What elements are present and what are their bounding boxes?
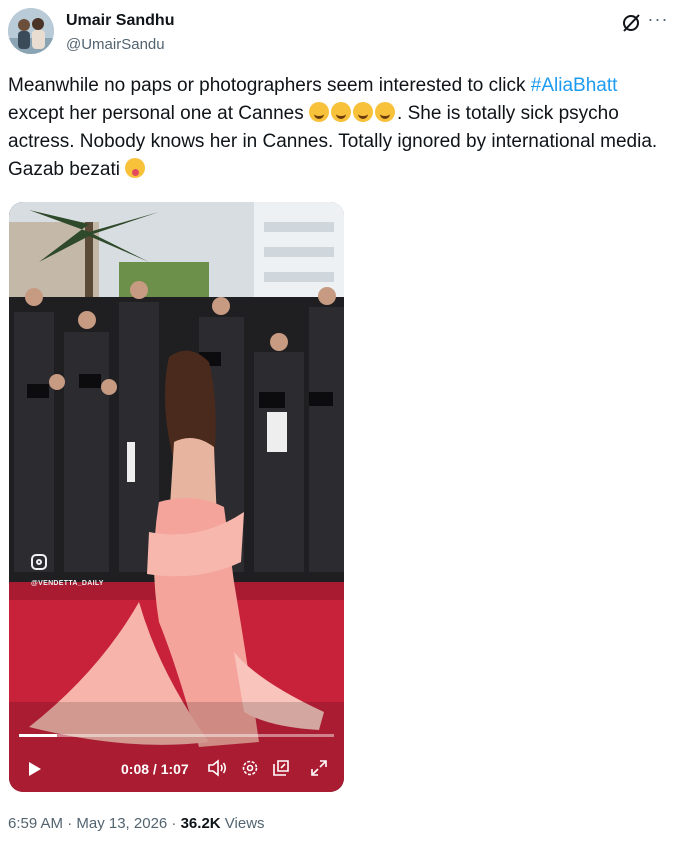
rofl-emoji-icon xyxy=(331,102,352,122)
views-label: Views xyxy=(220,815,265,832)
video-progress-bar[interactable] xyxy=(19,734,334,737)
tweet-text-part1: Meanwhile no paps or photographers seem … xyxy=(8,75,531,96)
play-icon[interactable] xyxy=(29,762,41,776)
video-watermark: @VENDETTA_DAILY xyxy=(31,580,104,587)
volume-icon[interactable] xyxy=(207,758,229,781)
pip-icon[interactable] xyxy=(271,758,291,781)
tweet-card: Umair Sandhu @UmairSandu ··· Meanwhile n… xyxy=(0,0,675,850)
video-progress-fill xyxy=(19,734,57,737)
tongue-emoji-icon xyxy=(125,158,146,178)
avatar[interactable] xyxy=(8,8,54,54)
settings-icon[interactable] xyxy=(240,758,260,781)
views-count: 36.2K xyxy=(180,815,221,832)
instagram-icon xyxy=(31,554,47,570)
author-name[interactable]: Umair Sandhu xyxy=(66,12,174,30)
rofl-emoji-icon xyxy=(375,102,396,122)
fullscreen-icon[interactable] xyxy=(309,758,329,781)
hashtag-link[interactable]: #AliaBhatt xyxy=(531,75,618,96)
tweet-timestamp[interactable]: 6:59 AM · May 13, 2026 · xyxy=(8,815,181,832)
more-icon[interactable]: ··· xyxy=(646,8,670,32)
rofl-emoji-icon xyxy=(309,102,330,122)
grok-icon[interactable] xyxy=(620,12,642,34)
tweet-text-part2: except her personal one at Cannes xyxy=(8,103,310,124)
video-time: 0:08 / 1:07 xyxy=(121,761,189,777)
author-handle[interactable]: @UmairSandu xyxy=(66,36,165,53)
rofl-emoji-icon xyxy=(353,102,374,122)
tweet-meta: 6:59 AM · May 13, 2026 · 36.2K Views xyxy=(8,815,265,832)
tweet-text: Meanwhile no paps or photographers seem … xyxy=(8,72,668,184)
video-player[interactable]: @VENDETTA_DAILY 0:08 / 1:07 xyxy=(9,202,344,792)
video-frame xyxy=(9,202,344,792)
